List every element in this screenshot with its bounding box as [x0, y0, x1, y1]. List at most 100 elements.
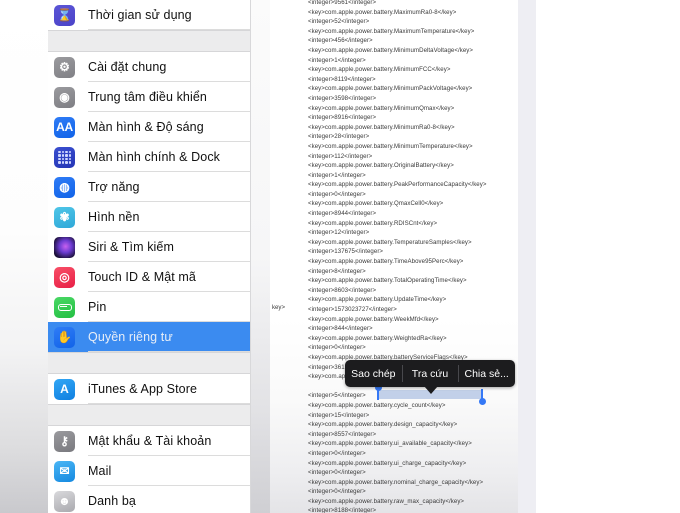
- sidebar-item-itunes-app-store[interactable]: AiTunes & App Store: [48, 374, 250, 404]
- sidebar-group-separator: [48, 352, 250, 374]
- sidebar-item-touch-id-passcode[interactable]: ◎ Touch ID & Mật mã: [48, 262, 250, 292]
- plist-line: <integer>137675</integer>: [308, 248, 384, 256]
- plist-line: <key>com.apple.power.battery.TimeAbove95…: [308, 258, 464, 266]
- plist-line: <integer>12</integer>: [308, 229, 370, 237]
- plist-line: <integer>3598</integer>: [308, 94, 377, 102]
- fingerprint-icon: ◎: [54, 266, 75, 288]
- plist-line: <integer>1</integer>: [308, 56, 366, 64]
- plist-line: <integer>8119</integer>: [308, 75, 376, 83]
- app-store-icon: A: [54, 378, 75, 400]
- plist-line: <key>com.apple.power.battery.MinimumDelt…: [308, 46, 474, 54]
- selection-end-handle[interactable]: [478, 398, 486, 405]
- accessibility-icon: ◍: [54, 176, 75, 198]
- plist-line: <key>com.apple.power.battery.UpdateTime<…: [308, 296, 447, 304]
- plist-line: <integer>844</integer>: [308, 325, 373, 333]
- sidebar-item-label: Trung tâm điều khiển: [88, 90, 207, 104]
- left-gradient-rail: [0, 0, 48, 513]
- sidebar-item-battery[interactable]: Pin: [48, 292, 250, 322]
- key-icon: ⚷: [54, 430, 75, 452]
- plist-line: <key>com.apple.power.battery.WeekMfd</ke…: [308, 315, 439, 323]
- sidebar-item-home-screen-dock[interactable]: Màn hình chính & Dock: [48, 142, 250, 172]
- aa-text-icon: AA: [54, 116, 75, 138]
- plist-text[interactable]: <integer>9561</integer> <key>com.apple.po…: [308, 0, 518, 513]
- sidebar-item-label: Trợ năng: [88, 180, 140, 194]
- share-menu-item[interactable]: Chia sẻ...: [458, 360, 515, 387]
- sidebar-item-label: Quyền riêng tư: [88, 330, 173, 344]
- plist-line: <key>com.apple.power.battery.MinimumPack…: [308, 85, 473, 93]
- sidebar-item-mail[interactable]: ✉ Mail: [48, 456, 250, 486]
- plist-line: <integer>0</integer>: [308, 469, 366, 477]
- sidebar-item-label: Cài đặt chung: [88, 60, 167, 74]
- plist-line: <key>com.apple.power.battery.MinimumFCC<…: [308, 66, 451, 74]
- plist-line: <integer>0</integer>: [308, 449, 366, 457]
- plist-content-pane[interactable]: <integer>9561</integer> <key>com.apple.po…: [270, 0, 518, 513]
- plist-line: <integer>1573023727</integer>: [308, 306, 397, 313]
- sidebar-item-label: Touch ID & Mật mã: [88, 270, 196, 284]
- plist-line: <key>com.apple.power.battery.ui_charge_c…: [308, 459, 467, 467]
- hand-privacy-icon: ✋: [54, 326, 75, 348]
- plist-line: <key>com.apple.power.battery.TotalOperat…: [308, 277, 467, 285]
- sidebar-item-wallpaper[interactable]: ✾ Hình nền: [48, 202, 250, 232]
- sidebar-item-label: Mail: [88, 464, 112, 478]
- sidebar-item-screen-time[interactable]: ⌛ Thời gian sử dụng: [48, 0, 250, 30]
- plist-line: <key>com.apple.power.battery.Temperature…: [308, 238, 472, 246]
- sidebar-item-label: Màn hình chính & Dock: [88, 150, 221, 164]
- plist-line: <integer>0</integer>: [308, 488, 366, 496]
- sidebar-item-display-brightness[interactable]: AA Màn hình & Độ sáng: [48, 112, 250, 142]
- plist-line: <integer>15</integer>: [308, 411, 370, 419]
- hourglass-icon: ⌛: [54, 4, 75, 26]
- text-selection-popup[interactable]: Sao chép Tra cứu Chia sẻ...: [345, 360, 515, 394]
- sidebar-item-contacts[interactable]: ☻ Danh bạ: [48, 486, 250, 513]
- popup-arrow-icon: [424, 386, 438, 394]
- sidebar-item-label: Siri & Tìm kiếm: [88, 240, 174, 254]
- siri-orb-icon: [54, 236, 75, 258]
- plist-line: <integer>9561</integer>: [308, 0, 377, 6]
- sidebar-item-passwords-accounts[interactable]: ⚷ Mật khẩu & Tài khoản: [48, 426, 250, 456]
- sidebar-item-privacy[interactable]: ✋ Quyền riêng tư: [48, 322, 250, 352]
- sliders-icon: ◉: [54, 86, 75, 108]
- wrapped-key-fragment: key>: [272, 304, 286, 311]
- plist-line: <integer>112</integer>: [308, 152, 373, 160]
- plist-line: <key>com.apple.power.battery.PeakPerform…: [308, 181, 487, 189]
- battery-icon: [54, 296, 75, 318]
- plist-line: <integer>0</integer>: [308, 344, 366, 352]
- plist-line: <key>com.apple.power.battery.cycle_count…: [308, 401, 446, 409]
- sidebar-item-accessibility[interactable]: ◍ Trợ năng: [48, 172, 250, 202]
- right-gray-strip: [518, 0, 536, 513]
- lookup-menu-item[interactable]: Tra cứu: [401, 360, 459, 387]
- copy-menu-item[interactable]: Sao chép: [345, 360, 402, 387]
- plist-line: <key>com.apple.power.battery.OriginalBat…: [308, 162, 454, 170]
- right-white-area: [536, 0, 680, 513]
- plist-line: <key>com.apple.power.battery.MinimumQmax…: [308, 104, 455, 112]
- plist-line: <integer>8557</integer>: [308, 430, 377, 438]
- plist-line: <key>com.apple.power.battery.design_capa…: [308, 421, 458, 429]
- sidebar-item-siri-search[interactable]: Siri & Tìm kiếm: [48, 232, 250, 262]
- plist-line: <integer>0</integer>: [308, 190, 366, 198]
- plist-line: <integer>8188</integer>: [308, 507, 377, 513]
- plist-line: <key>com.apple.power.battery.MaximumTemp…: [308, 27, 475, 35]
- plist-line: <key>com.apple.power.battery.ui_availabl…: [308, 440, 472, 448]
- plist-line: <key>com.apple.power.battery.QmaxCell0</…: [308, 200, 444, 208]
- app-grid-icon: [54, 146, 75, 168]
- sidebar-item-label: Thời gian sử dụng: [88, 8, 192, 22]
- sidebar-group-separator: [48, 404, 250, 426]
- plist-line: <key>com.apple.power.battery.MaximumRa0-…: [308, 8, 457, 16]
- sidebar-item-general[interactable]: ⚙ Cài đặt chung: [48, 52, 250, 82]
- plist-line: <integer>8</integer>: [308, 267, 366, 275]
- contacts-icon: ☻: [54, 490, 75, 512]
- settings-sidebar[interactable]: ⌛ Thời gian sử dụng ⚙ Cài đặt chung ◉ Trung t…: [48, 0, 250, 513]
- sidebar-item-label: Pin: [88, 300, 107, 314]
- gear-icon: ⚙: [54, 56, 75, 78]
- sidebar-item-label: iTunes & App Store: [88, 382, 198, 396]
- sidebar-content-divider: [250, 0, 270, 513]
- sidebar-item-label: Hình nền: [88, 210, 140, 224]
- sidebar-item-control-center[interactable]: ◉ Trung tâm điều khiển: [48, 82, 250, 112]
- plist-line: <integer>52</integer>: [308, 18, 370, 26]
- wallpaper-flower-icon: ✾: [54, 206, 75, 228]
- plist-line: <integer>8916</integer>: [308, 114, 377, 122]
- sidebar-group-separator: [48, 30, 250, 52]
- plist-line: <integer>28</integer>: [308, 133, 370, 141]
- sidebar-item-label: Danh bạ: [88, 494, 136, 508]
- sidebar-item-label: Mật khẩu & Tài khoản: [88, 434, 212, 448]
- plist-line: <integer>8603</integer>: [308, 286, 377, 294]
